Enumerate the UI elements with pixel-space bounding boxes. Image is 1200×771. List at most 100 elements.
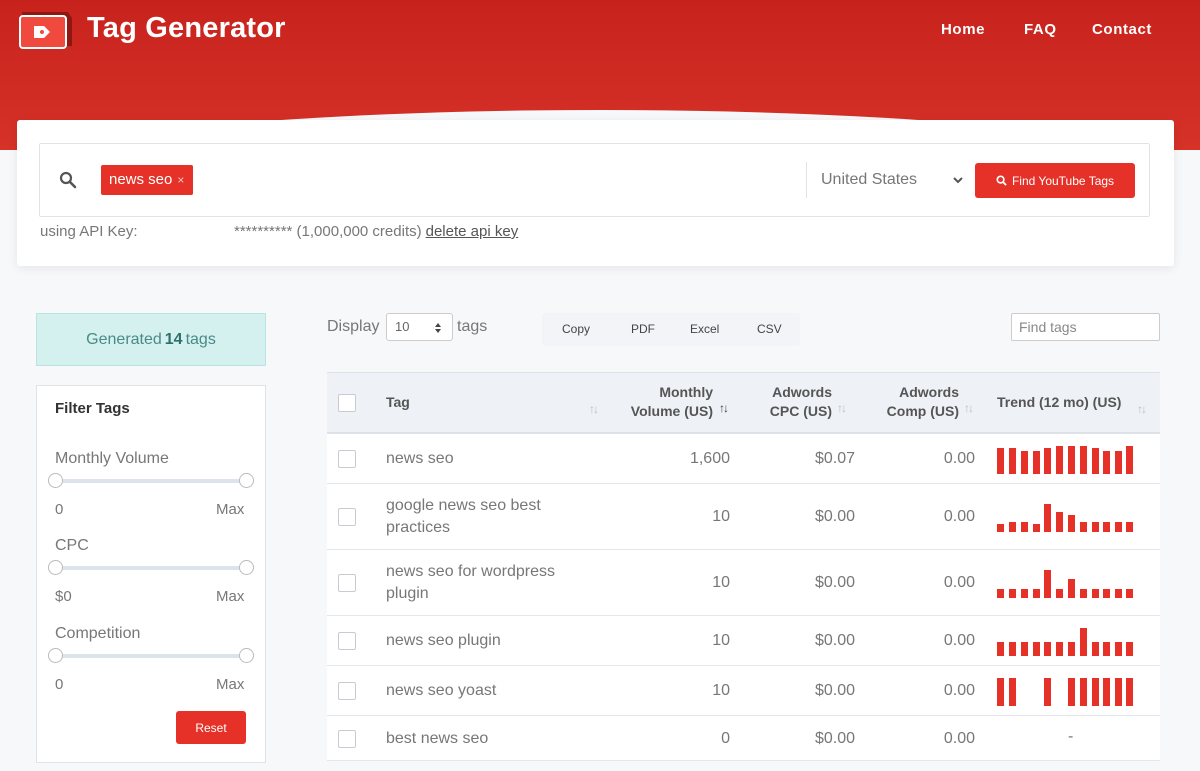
competition-max: Max (216, 676, 245, 693)
sort-icon[interactable]: ↑↓ (1137, 402, 1147, 416)
trend-bar (997, 642, 1004, 656)
pdf-button[interactable]: PDF (631, 322, 655, 336)
trend-empty: - (1068, 727, 1074, 745)
cell-tag: google news seo best practices (386, 497, 541, 536)
row-checkbox[interactable] (338, 450, 356, 468)
brand-title[interactable]: Tag Generator (87, 12, 286, 45)
country-select[interactable]: United States (821, 171, 917, 189)
trend-bar (1092, 678, 1099, 706)
cell-volume: 10 (712, 632, 730, 649)
sort-desc-icon[interactable]: ↑↓ (719, 401, 729, 415)
cell-volume: 0 (721, 729, 730, 747)
trend-bar (1044, 448, 1051, 474)
header-comp-line1: Adwords (899, 384, 959, 400)
csv-button[interactable]: CSV (757, 322, 782, 336)
delete-api-key-link[interactable]: delete api key (426, 223, 519, 240)
trend-bar (1080, 446, 1087, 474)
cpc-max: Max (216, 588, 245, 605)
excel-button[interactable]: Excel (690, 322, 719, 336)
competition-min: 0 (55, 676, 64, 693)
trend-bar (1080, 522, 1087, 532)
volume-slider[interactable] (48, 473, 254, 488)
keyword-chip[interactable]: news seo × (101, 165, 194, 195)
nav-contact[interactable]: Contact (1092, 21, 1152, 38)
row-checkbox[interactable] (338, 508, 356, 526)
trend-bar (997, 589, 1004, 598)
select-all-checkbox[interactable] (338, 394, 356, 412)
trend-bar (1009, 589, 1016, 598)
header-comp[interactable]: Adwords Comp (US) (887, 383, 959, 421)
cell-cpc: $0.00 (814, 508, 855, 525)
trend-bar (1092, 522, 1099, 532)
table-row[interactable]: news seo 1,600 $0.07 0.00 (327, 434, 1160, 484)
trend-bar (1056, 446, 1063, 474)
row-checkbox[interactable] (338, 632, 356, 650)
nav-faq[interactable]: FAQ (1024, 21, 1057, 38)
competition-max-handle[interactable] (239, 648, 254, 663)
chip-remove-icon[interactable]: × (177, 173, 184, 187)
header-tag[interactable]: Tag (386, 393, 410, 412)
trend-sparkbar (997, 626, 1133, 656)
cpc-max-handle[interactable] (239, 560, 254, 575)
find-youtube-tags-button[interactable]: Find YouTube Tags (975, 163, 1135, 198)
header-comp-line2: Comp (US) (886, 403, 959, 419)
search-box[interactable]: news seo × United States Find YouTube Tag… (39, 143, 1150, 217)
export-button-group: Copy PDF Excel CSV (542, 313, 800, 346)
trend-bar (1056, 512, 1063, 532)
tags-label: tags (457, 318, 488, 335)
filter-title: Filter Tags (55, 400, 130, 417)
find-tags-input[interactable] (1011, 313, 1160, 341)
trend-bar (1021, 522, 1028, 532)
cell-cpc: $0.00 (814, 682, 855, 699)
sort-icon[interactable]: ↑↓ (589, 402, 599, 416)
row-checkbox[interactable] (338, 574, 356, 592)
trend-bar (997, 448, 1004, 474)
volume-max-handle[interactable] (239, 473, 254, 488)
search-card: news seo × United States Find YouTube Tag… (17, 120, 1174, 266)
cell-comp: 0.00 (943, 508, 975, 525)
display-label: Display (327, 318, 380, 335)
table-row[interactable]: best news seo 0 $0.00 0.00 - (327, 716, 1160, 761)
table-row[interactable]: news seo yoast 10 $0.00 0.00 (327, 666, 1160, 716)
header-cpc-line2: CPC (US) (769, 403, 832, 419)
trend-bar (997, 524, 1004, 532)
table-row[interactable]: news seo plugin 10 $0.00 0.00 (327, 616, 1160, 666)
sort-icon[interactable]: ↑↓ (837, 401, 847, 415)
trend-bar (1126, 446, 1133, 474)
table-row[interactable]: google news seo best practices 10 $0.00 0.0… (327, 484, 1160, 550)
trend-sparkbar (997, 444, 1133, 474)
trend-bar (1103, 678, 1110, 706)
page-size-select[interactable]: 10 (386, 313, 453, 341)
reset-button[interactable]: Reset (176, 711, 246, 744)
competition-slider[interactable] (48, 648, 254, 663)
trend-bar (1103, 589, 1110, 598)
chevron-down-icon[interactable] (952, 174, 964, 186)
nav-home[interactable]: Home (941, 21, 985, 38)
cpc-slider[interactable] (48, 560, 254, 575)
competition-min-handle[interactable] (48, 648, 63, 663)
trend-bar (1126, 642, 1133, 656)
header-volume-line2: Volume (US) (630, 403, 713, 419)
row-checkbox[interactable] (338, 729, 356, 748)
trend-bar (1103, 642, 1110, 656)
generated-prefix: Generated (86, 330, 162, 348)
copy-button[interactable]: Copy (562, 322, 590, 336)
trend-bar (1033, 589, 1040, 598)
keyword-chip-label: news seo (109, 171, 173, 188)
trend-bar (1021, 451, 1028, 474)
trend-bar (1126, 522, 1133, 532)
header-trend[interactable]: Trend (12 mo) (US) (997, 393, 1121, 412)
trend-bar (1044, 504, 1051, 532)
volume-min-handle[interactable] (48, 473, 63, 488)
trend-bar (1103, 522, 1110, 532)
cell-tag: best news seo (386, 729, 489, 747)
cpc-min-handle[interactable] (48, 560, 63, 575)
row-checkbox[interactable] (338, 682, 356, 700)
trend-bar (1009, 678, 1016, 706)
header-cpc[interactable]: Adwords CPC (US) (770, 383, 832, 421)
header-volume[interactable]: Monthly Volume (US) (631, 383, 713, 421)
table-row[interactable]: news seo for wordpress plugin 10 $0.00 0.00 (327, 550, 1160, 616)
sort-icon[interactable]: ↑↓ (964, 401, 974, 415)
filter-competition-label: Competition (55, 625, 141, 642)
generated-suffix: tags (185, 330, 216, 348)
